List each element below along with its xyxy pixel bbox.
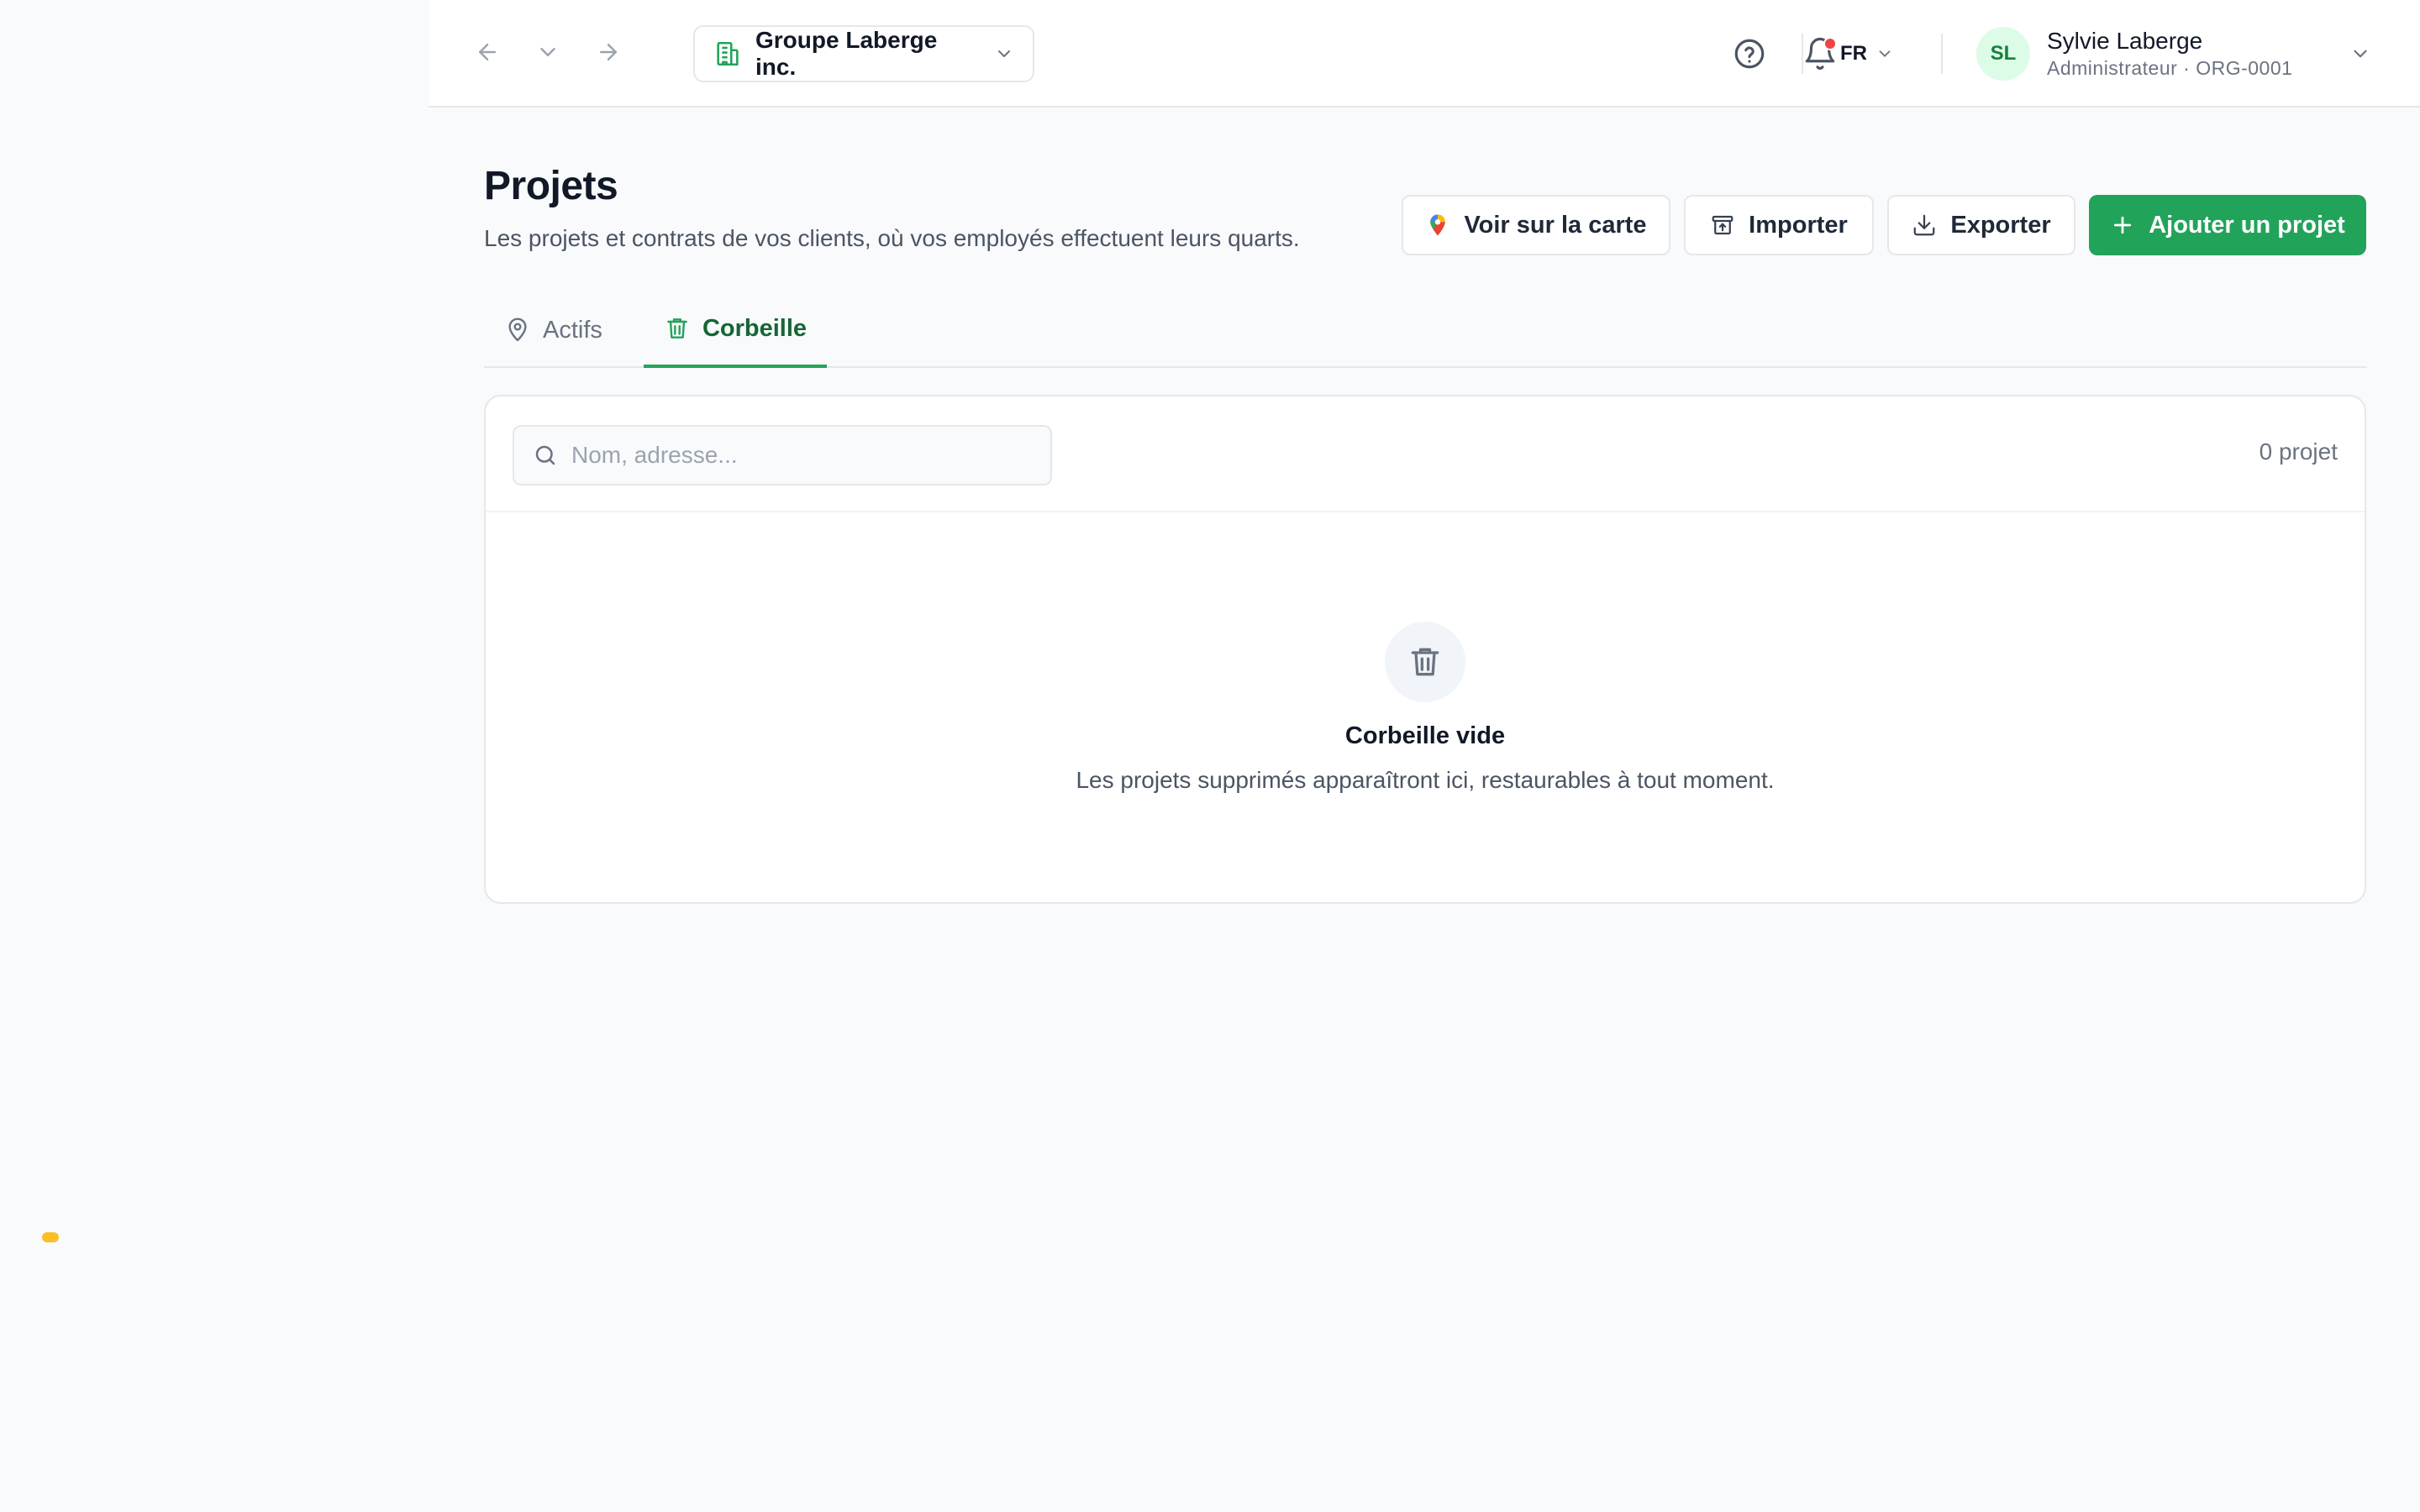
map-pin-icon xyxy=(508,318,527,342)
search-box xyxy=(513,425,1052,486)
organization-selector[interactable]: Groupe Laberge inc. xyxy=(693,25,1034,82)
empty-state: Corbeille vide Les projets supprimés app… xyxy=(486,512,2365,904)
trash-icon xyxy=(1411,648,1439,676)
status-indicator xyxy=(42,1232,59,1242)
empty-state-title: Corbeille vide xyxy=(1344,722,1506,749)
divider xyxy=(1941,34,1943,74)
tab-actifs[interactable]: Actifs xyxy=(504,292,602,368)
help-button[interactable] xyxy=(1728,32,1771,76)
empty-state-icon-wrapper xyxy=(1385,622,1465,702)
arrow-left-icon xyxy=(479,44,496,60)
user-name: Sylvie Laberge xyxy=(2047,28,2203,54)
projects-card: 0 projet Corbeille vide Les projets supp… xyxy=(484,395,2366,904)
history-dropdown-button[interactable] xyxy=(529,34,566,71)
divider xyxy=(1802,34,1803,74)
help-circle-icon xyxy=(1734,39,1765,69)
chevron-down-icon xyxy=(994,44,1014,64)
sidebar xyxy=(0,0,429,1512)
search-input[interactable] xyxy=(571,442,1032,469)
top-bar: Groupe Laberge inc. FR SL Sylvie Laberge… xyxy=(429,0,2420,108)
download-icon xyxy=(1913,214,1935,236)
arrow-right-icon xyxy=(600,44,617,60)
export-label: Exporter xyxy=(1950,211,2051,239)
card-toolbar: 0 projet xyxy=(486,396,2365,512)
project-count: 0 projet xyxy=(2259,438,2338,465)
tab-label: Actifs xyxy=(543,316,602,344)
avatar: SL xyxy=(1976,27,2030,81)
page-subtitle: Les projets et contrats de vos clients, … xyxy=(484,225,1300,251)
back-button[interactable] xyxy=(469,34,506,71)
import-button[interactable]: Importer xyxy=(1684,195,1874,255)
trash-icon xyxy=(667,318,687,339)
user-info: Sylvie Laberge Administrateur · ORG-0001 xyxy=(2047,27,2333,81)
language-selector[interactable]: FR xyxy=(1840,34,1894,74)
empty-state-description: Les projets supprimés apparaîtront ici, … xyxy=(1076,767,1775,793)
notifications-button[interactable] xyxy=(1798,32,1842,76)
tab-corbeille[interactable]: Corbeille xyxy=(644,292,827,368)
plus-icon xyxy=(2114,216,2132,234)
search-icon xyxy=(535,445,555,465)
add-project-button[interactable]: Ajouter un projet xyxy=(2089,195,2366,255)
user-role: Administrateur · ORG-0001 xyxy=(2047,57,2293,79)
forward-button[interactable] xyxy=(590,34,627,71)
map-pin-icon xyxy=(1430,214,1446,236)
archive-upload-icon xyxy=(1712,215,1733,235)
import-label: Importer xyxy=(1749,211,1848,239)
chevron-down-icon xyxy=(2349,43,2371,65)
view-on-map-button[interactable]: Voir sur la carte xyxy=(1402,195,1670,255)
building-icon xyxy=(713,39,742,68)
chevron-down-icon xyxy=(540,48,555,56)
add-project-label: Ajouter un projet xyxy=(2149,211,2345,239)
tab-bar: Actifs Corbeille xyxy=(484,292,2366,368)
view-on-map-label: Voir sur la carte xyxy=(1464,211,1647,239)
organization-name: Groupe Laberge inc. xyxy=(755,27,938,80)
notification-badge xyxy=(1823,37,1837,50)
export-button[interactable]: Exporter xyxy=(1887,195,2075,255)
chevron-down-icon xyxy=(1879,50,1891,57)
user-menu[interactable]: SL Sylvie Laberge Administrateur · ORG-0… xyxy=(1976,25,2371,82)
page-title: Projets xyxy=(484,164,618,208)
language-label: FR xyxy=(1840,42,1867,65)
tab-label: Corbeille xyxy=(702,314,808,342)
